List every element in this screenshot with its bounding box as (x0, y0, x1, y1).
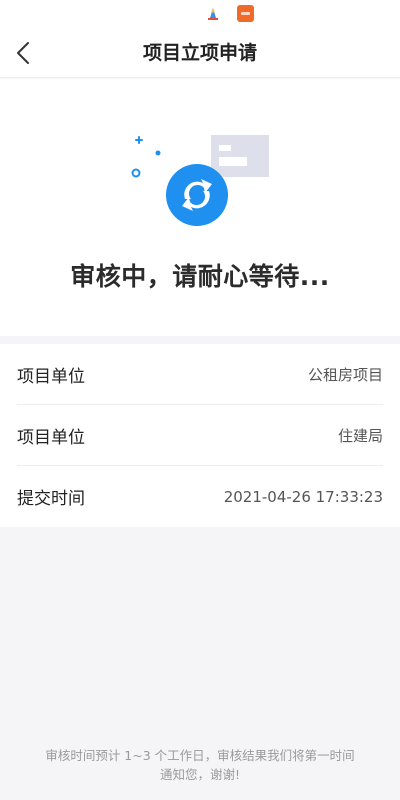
info-row-department: 项目单位 住建局 (17, 405, 383, 466)
review-status-panel: 审核中，请耐心等待... (0, 79, 400, 336)
pending-review-illustration (131, 135, 269, 226)
back-button[interactable] (6, 36, 40, 70)
app-badge-icon (237, 5, 254, 22)
info-value: 2021-04-26 17:33:23 (223, 487, 383, 506)
page-title: 项目立项申请 (142, 42, 257, 64)
review-status-text: 审核中，请耐心等待... (70, 262, 330, 291)
status-bar (0, 0, 400, 28)
info-label: 提交时间 (17, 489, 85, 509)
application-info-list: 项目单位 公租房项目 项目单位 住建局 提交时间 2021-04-26 17:3… (0, 344, 400, 527)
page: 项目立项申请 审核中，请耐心等待... 项目单位 公租房项目 项目单位 住建局 … (0, 0, 400, 800)
info-label: 项目单位 (17, 366, 85, 387)
info-value: 住建局 (337, 426, 383, 445)
chevron-left-icon (17, 42, 29, 64)
app-notification-icon (208, 8, 218, 20)
info-row-project-unit: 项目单位 公租房项目 (17, 344, 383, 405)
navigation-header: 项目立项申请 (0, 28, 400, 78)
info-row-submit-time: 提交时间 2021-04-26 17:33:23 (17, 466, 383, 527)
info-label: 项目单位 (17, 427, 85, 448)
info-value: 公租房项目 (307, 365, 383, 384)
review-time-note: 审核时间预计 1~3 个工作日，审核结果我们将第一时间通知您，谢谢! (45, 748, 355, 782)
